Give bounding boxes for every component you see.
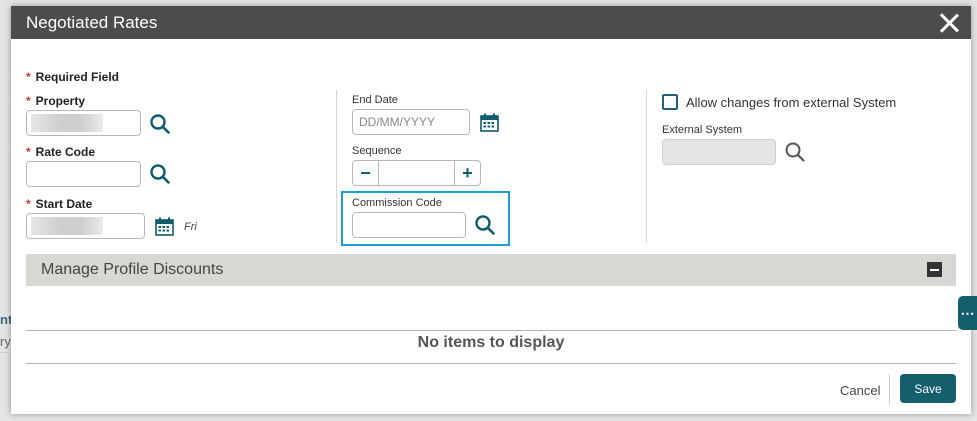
allow-external-label: Allow changes from external System xyxy=(686,95,897,110)
collapse-icon[interactable] xyxy=(927,262,942,277)
required-star: * xyxy=(26,145,31,159)
sequence-label: Sequence xyxy=(352,145,402,157)
more-icon[interactable]: ⋯ xyxy=(958,296,977,330)
allow-external-checkbox[interactable] xyxy=(662,94,678,110)
empty-message: No items to display xyxy=(417,334,565,351)
dialog-titlebar: Negotiated Rates xyxy=(11,6,971,39)
save-button[interactable]: Save xyxy=(900,374,956,403)
calendar-icon[interactable] xyxy=(480,113,499,132)
property-label: * Property xyxy=(26,94,86,108)
sequence-input[interactable] xyxy=(379,160,454,186)
calendar-icon[interactable] xyxy=(155,217,174,236)
background-text-fragment: ry xyxy=(0,334,11,349)
dialog-title: Negotiated Rates xyxy=(26,12,158,32)
search-icon[interactable] xyxy=(784,141,806,163)
commission-code-input[interactable] xyxy=(352,212,466,238)
start-date-label: * Start Date xyxy=(26,197,93,211)
required-star: * xyxy=(26,70,31,84)
table-bottom-border xyxy=(26,363,956,364)
background-divider xyxy=(0,352,8,353)
section-title: Manage Profile Discounts xyxy=(41,261,224,278)
rate-code-input[interactable] xyxy=(26,161,141,187)
redacted-property-value xyxy=(31,114,103,132)
rate-code-label: * Rate Code xyxy=(26,145,96,159)
close-icon[interactable] xyxy=(939,13,959,33)
end-date-input[interactable] xyxy=(352,109,470,135)
required-field-note: * Required Field xyxy=(26,70,120,84)
table-top-border xyxy=(26,330,956,331)
commission-code-label: Commission Code xyxy=(352,197,442,209)
negotiated-rates-dialog: Negotiated Rates * Required Field * Proper… xyxy=(11,6,971,414)
cancel-button[interactable]: Cancel xyxy=(840,383,880,398)
column-divider xyxy=(336,90,337,243)
search-icon[interactable] xyxy=(149,163,171,185)
external-system-label: External System xyxy=(662,124,743,136)
start-day-label: Fri xyxy=(184,221,197,233)
required-star: * xyxy=(26,197,31,211)
end-date-label: End Date xyxy=(352,94,398,106)
external-system-input xyxy=(662,139,776,165)
required-star: * xyxy=(26,94,31,108)
plus-icon[interactable]: + xyxy=(454,160,481,186)
redacted-start-date-value xyxy=(31,217,103,235)
search-icon[interactable] xyxy=(474,214,496,236)
profile-discounts-header: Manage Profile Discounts xyxy=(26,254,956,286)
search-icon[interactable] xyxy=(149,113,171,135)
column-divider xyxy=(646,90,647,243)
footer-divider xyxy=(889,374,890,404)
minus-icon[interactable]: − xyxy=(352,160,379,186)
